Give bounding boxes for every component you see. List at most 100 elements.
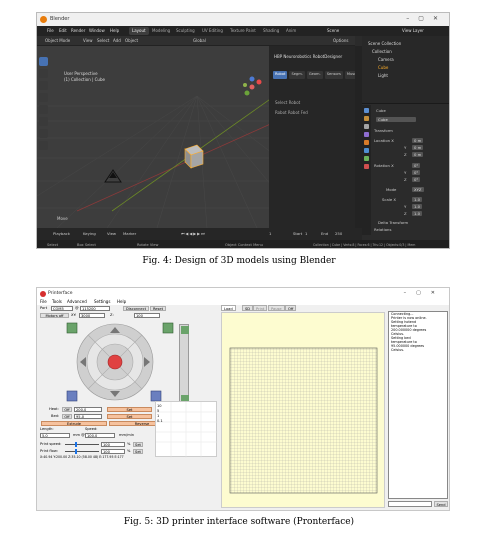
- menu-window[interactable]: Window: [89, 28, 105, 33]
- menu-help[interactable]: Help: [117, 299, 126, 304]
- motors-off-button[interactable]: Motors off: [40, 313, 69, 318]
- select-tool-icon[interactable]: [39, 57, 48, 66]
- header-select[interactable]: Select: [97, 38, 109, 43]
- tab-shading[interactable]: Shading: [260, 27, 282, 35]
- location-z[interactable]: 0 m: [412, 152, 424, 157]
- tab-robot[interactable]: Robot: [273, 71, 288, 79]
- header-add[interactable]: Add: [113, 38, 121, 43]
- annotate-tool-icon[interactable]: [39, 129, 48, 138]
- tab-segments[interactable]: Segm.: [289, 71, 305, 79]
- xy-feedrate-field[interactable]: 3000: [79, 313, 105, 318]
- select-robot-dropdown[interactable]: Select Robot: [275, 98, 308, 108]
- menu-edit[interactable]: Edit: [59, 28, 67, 33]
- scale-y[interactable]: 1.0: [412, 204, 423, 209]
- print-speed-field[interactable]: 100: [101, 442, 125, 447]
- disconnect-button[interactable]: Disconnect: [123, 306, 149, 311]
- print-flow-thumb[interactable]: [75, 449, 77, 454]
- material-props-icon[interactable]: [364, 164, 369, 169]
- timeline-keying[interactable]: Keying: [83, 231, 96, 236]
- scale-tool-icon[interactable]: [39, 105, 48, 114]
- heat-off-button[interactable]: Off: [62, 407, 72, 412]
- location-x[interactable]: 0 m: [412, 138, 424, 143]
- extrude-speed-field[interactable]: 100.0: [85, 433, 115, 438]
- current-frame[interactable]: 1: [269, 231, 271, 236]
- z-axis-control[interactable]: [179, 324, 189, 404]
- print-button[interactable]: Print: [253, 305, 268, 311]
- send-button[interactable]: Send: [434, 501, 448, 507]
- build-plate-view[interactable]: [221, 312, 385, 508]
- baud-select[interactable]: 115200: [80, 306, 110, 311]
- timeline-marker[interactable]: Marker: [123, 231, 136, 236]
- transform-panel-header[interactable]: Transform: [374, 128, 393, 133]
- view-layer-selector[interactable]: View Layer: [402, 28, 424, 33]
- output-props-icon[interactable]: [364, 124, 369, 129]
- measure-tool-icon[interactable]: [39, 141, 48, 150]
- tab-layout[interactable]: Layout: [129, 27, 149, 35]
- bed-temp-field[interactable]: 95.0: [74, 414, 102, 419]
- print-flow-field[interactable]: 100: [101, 449, 125, 454]
- tab-anim[interactable]: Anim: [283, 27, 299, 35]
- window-controls[interactable]: –▢✕: [406, 15, 447, 22]
- heat-set-button[interactable]: Set: [107, 407, 152, 412]
- print-speed-set-button[interactable]: Set: [133, 442, 143, 447]
- timeline-view[interactable]: View: [107, 231, 116, 236]
- menu-file[interactable]: File: [40, 299, 47, 304]
- extrude-length-field[interactable]: 5.0: [40, 433, 70, 438]
- navigation-gizmo[interactable]: [241, 76, 263, 98]
- cube-object[interactable]: [177, 141, 207, 171]
- move-operator-panel[interactable]: Move: [57, 216, 68, 221]
- scale-z[interactable]: 1.0: [412, 211, 423, 216]
- outliner-cube[interactable]: Cube: [378, 65, 388, 70]
- menu-advanced[interactable]: Advanced: [67, 299, 87, 304]
- pause-button[interactable]: Pause: [268, 305, 285, 311]
- scene-props-icon[interactable]: [364, 132, 369, 137]
- render-props-icon[interactable]: [364, 116, 369, 121]
- menu-render[interactable]: Render: [71, 28, 85, 33]
- tab-sensors[interactable]: Sensors: [324, 71, 343, 79]
- transform-tool-icon[interactable]: [39, 117, 48, 126]
- tab-geometries[interactable]: Geom.: [306, 71, 323, 79]
- start-frame[interactable]: 1: [305, 231, 307, 236]
- orientation-selector[interactable]: Global: [193, 38, 206, 43]
- object-name-field[interactable]: Cube: [376, 117, 416, 122]
- z-feedrate-field[interactable]: 100: [134, 313, 160, 318]
- rotation-z[interactable]: 0°: [412, 177, 421, 182]
- rotation-mode-select[interactable]: XYZ: [412, 187, 424, 192]
- physics-props-icon[interactable]: [364, 156, 369, 161]
- end-frame[interactable]: 250: [335, 231, 342, 236]
- outliner-camera[interactable]: Camera: [378, 57, 394, 62]
- move-tool-icon[interactable]: [39, 81, 48, 90]
- menu-file[interactable]: File: [47, 28, 54, 33]
- timeline-playback[interactable]: Playback: [53, 231, 70, 236]
- rotate-tool-icon[interactable]: [39, 93, 48, 102]
- z-up-icon[interactable]: [181, 326, 189, 334]
- port-select[interactable]: COM5: [51, 306, 73, 311]
- header-view[interactable]: View: [83, 38, 93, 43]
- object-props-icon[interactable]: [364, 140, 369, 145]
- print-flow-set-button[interactable]: Set: [133, 449, 143, 454]
- right-step-0-1[interactable]: 0.1: [157, 419, 163, 424]
- playback-controls[interactable]: ⏮◀◀▶▶⏭: [181, 231, 206, 236]
- sidebar-tabs[interactable]: [355, 46, 362, 228]
- off-button[interactable]: Off: [285, 305, 297, 311]
- scale-x[interactable]: 1.0: [412, 197, 423, 202]
- relations-header[interactable]: Relations: [374, 227, 391, 232]
- print-speed-thumb[interactable]: [75, 442, 77, 447]
- location-y[interactable]: 0 m: [412, 145, 424, 150]
- print-speed-slider[interactable]: [65, 442, 99, 447]
- rotation-y[interactable]: 0°: [412, 170, 421, 175]
- cursor-tool-icon[interactable]: [39, 69, 48, 78]
- outliner-collection[interactable]: Collection: [372, 49, 392, 54]
- print-flow-slider[interactable]: [65, 449, 99, 454]
- camera-object[interactable]: [103, 168, 123, 184]
- tab-texture-paint[interactable]: Texture Paint: [227, 27, 259, 35]
- bed-set-button[interactable]: Set: [107, 414, 152, 419]
- bed-off-button[interactable]: Off: [62, 414, 72, 419]
- tab-sculpting[interactable]: Sculpting: [173, 27, 198, 35]
- options-button[interactable]: Options: [333, 38, 348, 43]
- robot-file-field[interactable]: Robot Robot Fed: [275, 108, 308, 118]
- rotation-x[interactable]: 0°: [412, 163, 421, 168]
- extrude-button[interactable]: Extrude: [41, 421, 107, 426]
- window-controls[interactable]: –▢✕: [404, 290, 445, 296]
- command-input[interactable]: [388, 501, 432, 507]
